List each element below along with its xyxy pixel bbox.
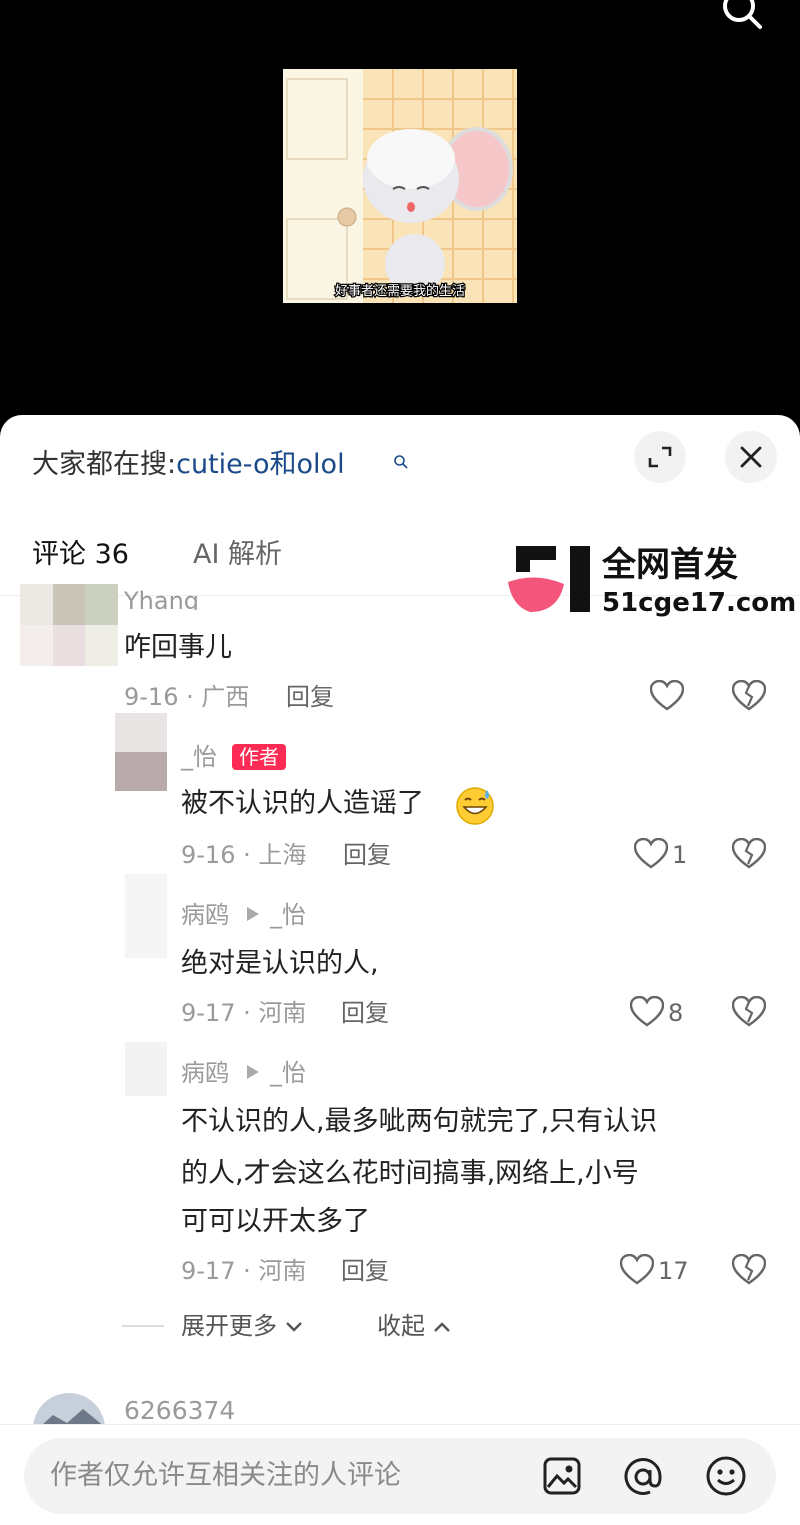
dislike-icon[interactable] [732, 680, 766, 712]
trending-prefix: 大家都在搜: [32, 449, 177, 480]
search-icon[interactable] [716, 0, 766, 36]
comment-text: 咋回事儿 [124, 632, 232, 663]
mention-icon[interactable] [622, 1456, 664, 1498]
comment-text-line: 的人,才会这么花时间搞事,网络上,小号 [181, 1158, 639, 1189]
expand-more-label: 展开更多 [181, 1312, 277, 1340]
collapse-button[interactable]: 收起 [377, 1311, 451, 1341]
reply-arrow-icon [246, 1064, 260, 1080]
expand-more-button[interactable]: 展开更多 [181, 1311, 303, 1341]
reply-button[interactable]: 回复 [343, 840, 391, 870]
comment-text: 被不认识的人造谣了 [181, 788, 424, 819]
comment-input-placeholder: 作者仅允许互相关注的人评论 [50, 1460, 401, 1491]
like-icon[interactable] [630, 996, 664, 1028]
comment-text: 绝对是认识的人, [181, 948, 379, 979]
author-badge: 作者 [232, 744, 286, 770]
like-count: 8 [668, 999, 684, 1027]
dislike-icon[interactable] [732, 996, 766, 1028]
avatar[interactable] [125, 1042, 167, 1096]
comment-meta: 9-16 · 广西 [124, 683, 250, 711]
avatar[interactable] [20, 584, 118, 666]
close-button[interactable] [725, 431, 777, 483]
like-count: 1 [672, 841, 688, 869]
tab-ai-analysis[interactable]: AI 解析 [193, 537, 282, 573]
comment-meta: 9-16 · 上海 [181, 841, 307, 869]
comment-author[interactable]: 病鸥 [181, 1058, 229, 1088]
comment-text-line: 可可以开太多了 [181, 1206, 370, 1237]
watermark-logo [508, 546, 592, 614]
emoji-icon[interactable] [705, 1455, 747, 1497]
avatar[interactable] [125, 874, 167, 958]
trending-query[interactable]: cutie-o和olol [176, 449, 344, 480]
comment-author[interactable]: 病鸥 [181, 900, 229, 930]
collapse-label: 收起 [377, 1312, 425, 1340]
sweat-smile-emoji-icon [455, 786, 495, 826]
reply-target[interactable]: _怡 [270, 900, 306, 930]
expand-icon [648, 446, 672, 468]
comment-author[interactable]: Yhang [124, 586, 199, 610]
dislike-icon[interactable] [732, 1254, 766, 1286]
comment-meta: 9-17 · 河南 [181, 999, 307, 1027]
watermark-title: 全网首发 [602, 545, 738, 585]
chevron-up-icon [433, 1322, 450, 1332]
chevron-down-icon [285, 1322, 302, 1332]
comment-text-line: 不认识的人,最多呲两句就完了,只有认识 [181, 1106, 658, 1137]
image-icon[interactable] [542, 1456, 582, 1496]
like-icon[interactable] [620, 1254, 654, 1286]
dislike-icon[interactable] [732, 838, 766, 870]
comment-author[interactable]: 6266374 [124, 1396, 235, 1426]
trending-search[interactable]: 大家都在搜:cutie-o和olol [32, 447, 345, 483]
reply-button[interactable]: 回复 [341, 1256, 389, 1286]
reply-button[interactable]: 回复 [341, 998, 389, 1028]
like-count: 17 [658, 1257, 689, 1285]
tab-comments[interactable]: 评论 36 [32, 537, 129, 573]
thread-divider [122, 1325, 164, 1327]
video-subtitle: 好事者还需要我的生活 [335, 283, 465, 299]
like-icon[interactable] [650, 680, 684, 712]
comment-author[interactable]: _怡 [181, 742, 217, 772]
avatar[interactable] [115, 713, 167, 791]
reply-arrow-icon [246, 906, 260, 922]
watermark-site: 51cge17.com [602, 588, 797, 618]
reply-button[interactable]: 回复 [286, 682, 334, 712]
video-thumbnail[interactable]: 好事者还需要我的生活 [283, 69, 517, 303]
comment-meta: 9-17 · 河南 [181, 1257, 307, 1285]
trending-search-icon [393, 454, 409, 470]
reply-target[interactable]: _怡 [270, 1058, 306, 1088]
expand-button[interactable] [634, 431, 686, 483]
close-icon [740, 446, 762, 468]
like-icon[interactable] [634, 838, 668, 870]
